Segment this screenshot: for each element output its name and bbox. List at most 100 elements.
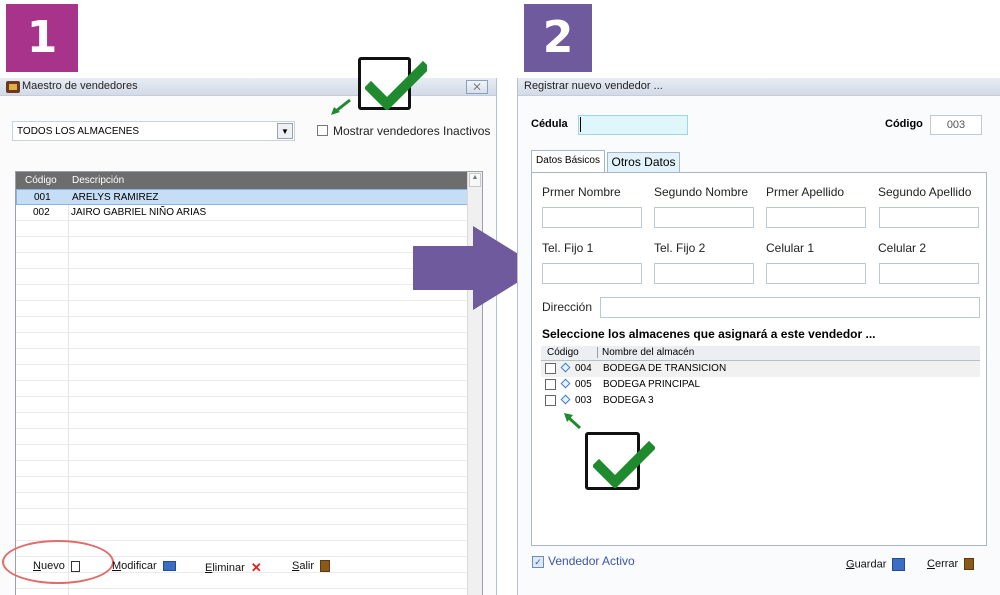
check-icon	[365, 60, 427, 110]
warehouse-code: 003	[575, 395, 592, 406]
table-row-empty	[16, 269, 468, 285]
cedula-label: Cédula	[531, 118, 568, 130]
exit-door-icon	[964, 558, 975, 571]
table-row-empty	[16, 461, 468, 477]
table-row-empty	[16, 221, 468, 237]
nuevo-button[interactable]: Nuevo	[33, 560, 80, 572]
celular-1-input[interactable]	[766, 263, 866, 284]
cell-description: JAIRO GABRIEL NIÑO ARIAS	[71, 207, 207, 218]
check-icon	[593, 440, 655, 488]
titlebar: Registrar nuevo vendedor ...	[518, 78, 1000, 96]
label-direccion: Dirección	[542, 300, 593, 314]
warehouse-code: 005	[575, 379, 592, 390]
eliminar-label: liminar	[212, 561, 245, 574]
segundo-apellido-input[interactable]	[879, 207, 979, 228]
warehouse-list-header: Código Nombre del almacén	[541, 346, 980, 361]
tab-datos-basicos[interactable]: Datos Básicos	[531, 150, 605, 172]
list-item[interactable]: 005 BODEGA PRINCIPAL	[541, 377, 980, 393]
salir-button[interactable]: Salir	[292, 560, 331, 573]
label-primer-nombre: Prmer Nombre	[542, 185, 621, 199]
eliminar-button[interactable]: Eliminar ✕	[205, 560, 262, 576]
warehouses-heading: Seleccione los almacenes que asignará a …	[542, 327, 876, 341]
segundo-nombre-input[interactable]	[654, 207, 754, 228]
store-filter-select[interactable]: TODOS LOS ALMACENES ▼	[12, 121, 295, 141]
table-row-empty	[16, 333, 468, 349]
warehouse-name: BODEGA 3	[603, 395, 654, 406]
primer-nombre-input[interactable]	[542, 207, 642, 228]
tel-fijo-2-input[interactable]	[654, 263, 754, 284]
salir-label: alir	[299, 560, 315, 572]
modificar-button[interactable]: Modificar	[112, 560, 176, 572]
warehouse-name: BODEGA DE TRANSICION	[603, 363, 727, 374]
warehouse-checkbox[interactable]	[545, 363, 556, 374]
table-row-empty	[16, 493, 468, 509]
guardar-accesskey: G	[846, 558, 855, 571]
table-row[interactable]: 002 JAIRO GABRIEL NIÑO ARIAS	[16, 205, 468, 221]
show-inactive-label: Mostrar vendedores Inactivos	[333, 124, 491, 138]
table-row-empty	[16, 253, 468, 269]
modificar-label: odificar	[121, 560, 157, 572]
delete-icon: ✕	[250, 560, 262, 575]
dropdown-arrow-icon[interactable]: ▼	[277, 123, 293, 139]
table-row-empty	[16, 525, 468, 541]
show-inactive-checkbox[interactable]	[317, 125, 328, 136]
cell-description: ARELYS RAMIREZ	[72, 192, 159, 203]
close-button[interactable]: ⨉	[466, 80, 488, 94]
cedula-input[interactable]	[578, 115, 688, 135]
list-item[interactable]: 004 BODEGA DE TRANSICION	[541, 361, 980, 377]
green-pointer-arrow-icon	[331, 98, 351, 115]
table-row-empty	[16, 349, 468, 365]
app-icon	[6, 81, 20, 93]
window-maestro-vendedores: Maestro de vendedores ⨉ TODOS LOS ALMACE…	[0, 78, 497, 595]
col-header-descripcion[interactable]: Descripción	[72, 175, 124, 186]
window-title: Maestro de vendedores	[22, 80, 138, 92]
table-row-empty	[16, 413, 468, 429]
save-disk-icon	[892, 558, 906, 571]
warehouse-diamond-icon	[560, 362, 571, 373]
table-row-empty	[16, 237, 468, 253]
guardar-label: uardar	[854, 558, 887, 571]
scroll-up-icon[interactable]: ▲	[469, 173, 481, 187]
col-header-nombre[interactable]: Nombre del almacén	[597, 347, 694, 358]
warehouse-checkbox[interactable]	[545, 379, 556, 390]
celular-2-input[interactable]	[879, 263, 979, 284]
label-tel-fijo-2: Tel. Fijo 2	[654, 241, 706, 255]
green-pointer-arrow-icon	[564, 413, 582, 430]
nuevo-accesskey: N	[33, 560, 41, 572]
table-row[interactable]: 001 ARELYS RAMIREZ	[16, 189, 468, 205]
vendedor-activo-checkbox[interactable]: ✓	[532, 556, 544, 568]
warehouse-list: Código Nombre del almacén 004 BODEGA DE …	[541, 346, 980, 409]
cell-code: 001	[34, 192, 51, 203]
guardar-button[interactable]: Guardar	[846, 558, 906, 571]
grid-header: Código Descripción	[16, 172, 468, 189]
table-row-empty	[16, 301, 468, 317]
window-title: Registrar nuevo vendedor ...	[524, 80, 663, 92]
col-header-codigo[interactable]: Código	[25, 175, 57, 186]
table-row-empty	[16, 285, 468, 301]
label-primer-apellido: Prmer Apellido	[766, 185, 845, 199]
tab-otros-datos[interactable]: Otros Datos	[607, 152, 680, 172]
cerrar-accesskey: C	[927, 558, 935, 570]
warehouse-code: 004	[575, 363, 592, 374]
label-segundo-nombre: Segundo Nombre	[654, 185, 749, 199]
codigo-field: 003	[930, 115, 982, 135]
warehouse-checkbox[interactable]	[545, 395, 556, 406]
warehouse-name: BODEGA PRINCIPAL	[603, 379, 701, 390]
label-segundo-apellido: Segundo Apellido	[878, 185, 972, 199]
table-row-empty	[16, 381, 468, 397]
table-row-empty	[16, 429, 468, 445]
list-item[interactable]: 003 BODEGA 3	[541, 393, 980, 409]
cerrar-button[interactable]: Cerrar	[927, 558, 975, 571]
step-badge-1: 1	[6, 4, 78, 72]
primer-apellido-input[interactable]	[766, 207, 866, 228]
table-row-empty	[16, 509, 468, 525]
direccion-input[interactable]	[600, 297, 980, 318]
table-row-empty	[16, 397, 468, 413]
modificar-accesskey: M	[112, 560, 122, 572]
table-row-empty	[16, 365, 468, 381]
new-document-icon	[70, 560, 80, 572]
tel-fijo-1-input[interactable]	[542, 263, 642, 284]
col-header-codigo[interactable]: Código	[547, 347, 579, 358]
vendedor-activo-label: Vendedor Activo	[548, 554, 635, 568]
label-celular-2: Celular 2	[878, 241, 927, 255]
